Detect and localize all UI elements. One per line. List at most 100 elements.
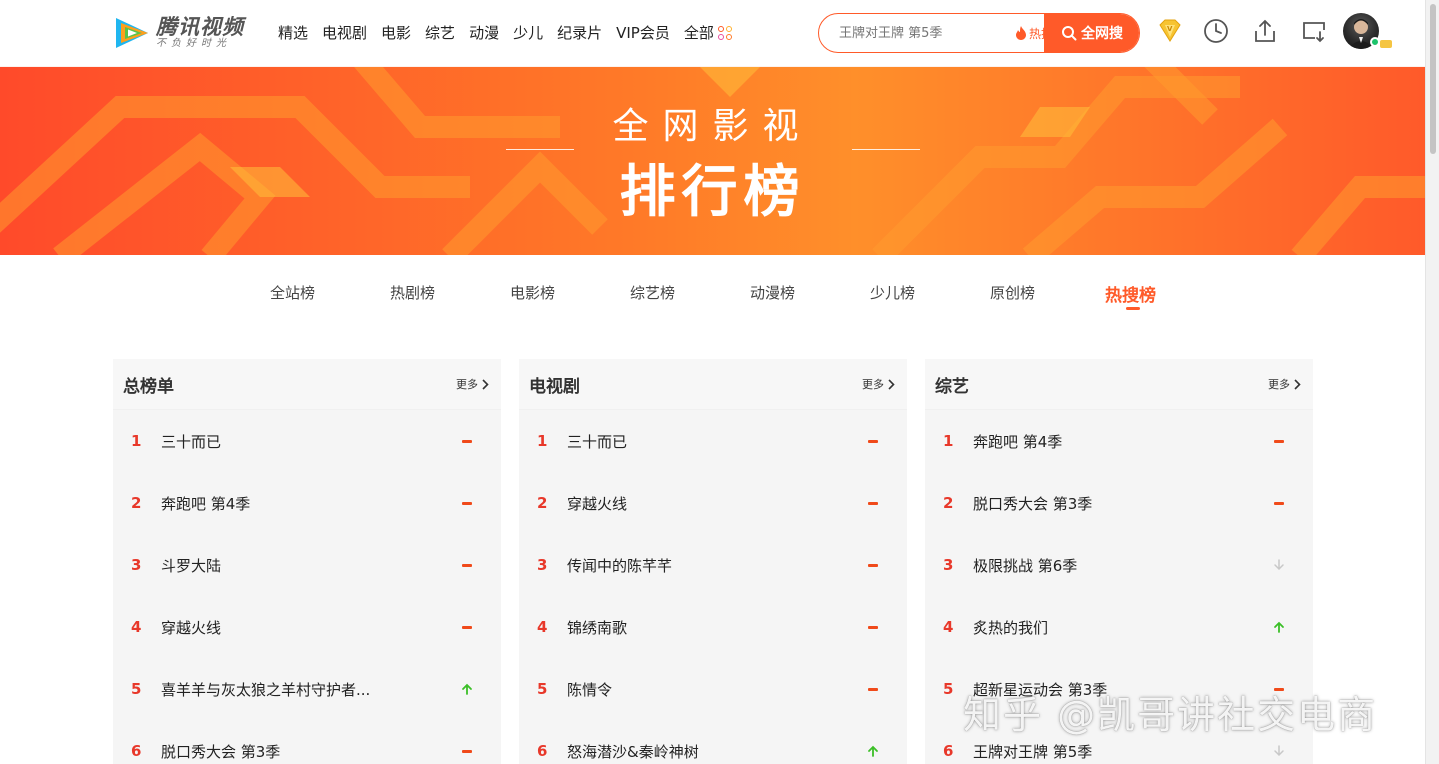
trend-up-icon xyxy=(1272,620,1286,634)
download-client-icon[interactable] xyxy=(1300,17,1328,45)
search-icon xyxy=(1062,26,1077,41)
tab-all-site[interactable]: 全站榜 xyxy=(270,282,315,303)
rank-number: 3 xyxy=(537,556,548,574)
nav-item-featured[interactable]: 精选 xyxy=(278,22,308,44)
banner-subtitle: 全网影视 xyxy=(612,106,813,147)
header: 腾讯视频 不负好时光 精选 电视剧 电影 综艺 动漫 少儿 纪录片 VIP会员 … xyxy=(0,0,1425,66)
chevron-right-icon xyxy=(1294,378,1301,390)
tab-original[interactable]: 原创榜 xyxy=(990,282,1035,303)
trend-up-icon xyxy=(866,744,880,758)
ranking-row[interactable]: 1 三十而已 xyxy=(113,410,501,472)
ranking-row[interactable]: 1 奔跑吧 第4季 xyxy=(925,410,1313,472)
show-title[interactable]: 穿越火线 xyxy=(161,617,221,638)
rank-number: 2 xyxy=(943,494,954,512)
nav-item-kids[interactable]: 少儿 xyxy=(513,22,543,44)
show-title[interactable]: 三十而已 xyxy=(567,431,627,452)
rank-number: 5 xyxy=(943,680,954,698)
trend-down-icon xyxy=(1272,744,1286,758)
nav-item-anime[interactable]: 动漫 xyxy=(469,22,499,44)
ranking-row[interactable]: 6 怒海潜沙&秦岭神树 xyxy=(519,720,907,764)
rank-number: 3 xyxy=(943,556,954,574)
nav-item-tv[interactable]: 电视剧 xyxy=(322,22,367,44)
rank-number: 2 xyxy=(131,494,142,512)
ranking-row[interactable]: 3 极限挑战 第6季 xyxy=(925,534,1313,596)
show-title[interactable]: 穿越火线 xyxy=(567,493,627,514)
trend-flat-icon xyxy=(866,496,880,510)
ranking-row[interactable]: 3 传闻中的陈芊芊 xyxy=(519,534,907,596)
more-link[interactable]: 更多 xyxy=(1268,376,1301,392)
active-tab-indicator xyxy=(1126,307,1140,310)
ranking-row[interactable]: 4 穿越火线 xyxy=(113,596,501,658)
search-button[interactable]: 全网搜 xyxy=(1044,14,1139,52)
show-title[interactable]: 炙热的我们 xyxy=(973,617,1048,638)
watermark: 知乎 @凯哥讲社交电商 xyxy=(963,693,1378,737)
nav-item-documentary[interactable]: 纪录片 xyxy=(557,22,602,44)
search-input[interactable] xyxy=(839,25,1009,41)
scrollbar[interactable] xyxy=(1425,0,1439,764)
tab-movie[interactable]: 电影榜 xyxy=(510,282,555,303)
banner-title: 排行榜 xyxy=(619,160,806,225)
vip-diamond-icon[interactable]: V xyxy=(1156,17,1184,45)
logo-icon xyxy=(112,14,152,52)
tab-hot-drama[interactable]: 热剧榜 xyxy=(390,282,435,303)
show-title[interactable]: 脱口秀大会 第3季 xyxy=(973,493,1092,514)
tab-kids[interactable]: 少儿榜 xyxy=(870,282,915,303)
show-title[interactable]: 极限挑战 第6季 xyxy=(973,555,1077,576)
show-title[interactable]: 喜羊羊与灰太狼之羊村守护者... xyxy=(161,679,370,700)
history-clock-icon[interactable] xyxy=(1202,17,1230,45)
more-link[interactable]: 更多 xyxy=(456,376,489,392)
trend-flat-icon xyxy=(1272,496,1286,510)
ranking-row[interactable]: 4 炙热的我们 xyxy=(925,596,1313,658)
ranking-row[interactable]: 2 脱口秀大会 第3季 xyxy=(925,472,1313,534)
ranking-row[interactable]: 3 斗罗大陆 xyxy=(113,534,501,596)
more-label: 更多 xyxy=(456,378,478,391)
trend-flat-icon xyxy=(866,558,880,572)
rank-number: 4 xyxy=(131,618,142,636)
ranking-tabs: 全站榜 热剧榜 电影榜 综艺榜 动漫榜 少儿榜 原创榜 热搜榜 xyxy=(0,282,1425,316)
rank-number: 4 xyxy=(537,618,548,636)
show-title[interactable]: 三十而已 xyxy=(161,431,221,452)
ranking-row[interactable]: 1 三十而已 xyxy=(519,410,907,472)
rank-number: 6 xyxy=(131,742,142,760)
trend-down-icon xyxy=(1272,558,1286,572)
rank-number: 5 xyxy=(131,680,142,698)
ranking-row[interactable]: 5 陈情令 xyxy=(519,658,907,720)
logo[interactable]: 腾讯视频 不负好时光 xyxy=(112,14,244,52)
trend-flat-icon xyxy=(460,620,474,634)
tab-hot-search[interactable]: 热搜榜 xyxy=(1105,281,1156,306)
ranking-row[interactable]: 2 奔跑吧 第4季 xyxy=(113,472,501,534)
tab-anime[interactable]: 动漫榜 xyxy=(750,282,795,303)
panel-title: 综艺 xyxy=(935,376,969,397)
show-title[interactable]: 传闻中的陈芊芊 xyxy=(567,555,672,576)
nav-item-variety[interactable]: 综艺 xyxy=(425,22,455,44)
trend-flat-icon xyxy=(866,620,880,634)
logo-slogan: 不负好时光 xyxy=(156,38,231,49)
more-link[interactable]: 更多 xyxy=(862,376,895,392)
chevron-right-icon xyxy=(482,378,489,390)
panel-overall: 总榜单 更多 1 三十而已 2 奔跑吧 第4季 3 斗罗大陆 4 穿越火线 5 喜羊羊与灰太狼之羊… xyxy=(113,359,501,764)
show-title[interactable]: 王牌对王牌 第5季 xyxy=(973,741,1092,762)
main-nav: 精选 电视剧 电影 综艺 动漫 少儿 纪录片 VIP会员 全部 xyxy=(278,22,746,44)
ranking-row[interactable]: 6 脱口秀大会 第3季 xyxy=(113,720,501,764)
rank-number: 6 xyxy=(537,742,548,760)
ranking-row[interactable]: 2 穿越火线 xyxy=(519,472,907,534)
show-title[interactable]: 斗罗大陆 xyxy=(161,555,221,576)
nav-item-movie[interactable]: 电影 xyxy=(381,22,411,44)
nav-item-all[interactable]: 全部 xyxy=(684,22,732,44)
show-title[interactable]: 怒海潜沙&秦岭神树 xyxy=(567,741,699,762)
show-title[interactable]: 脱口秀大会 第3季 xyxy=(161,741,280,762)
rank-number: 1 xyxy=(537,432,548,450)
logo-name: 腾讯视频 xyxy=(156,15,244,39)
search-button-label: 全网搜 xyxy=(1081,26,1123,42)
show-title[interactable]: 锦绣南歌 xyxy=(567,617,627,638)
show-title[interactable]: 奔跑吧 第4季 xyxy=(973,431,1062,452)
show-title[interactable]: 陈情令 xyxy=(567,679,612,700)
nav-item-vip[interactable]: VIP会员 xyxy=(616,22,670,44)
show-title[interactable]: 奔跑吧 第4季 xyxy=(161,493,250,514)
upload-icon[interactable] xyxy=(1251,17,1279,45)
ranking-row[interactable]: 4 锦绣南歌 xyxy=(519,596,907,658)
tab-variety[interactable]: 综艺榜 xyxy=(630,282,675,303)
rank-number: 3 xyxy=(131,556,142,574)
scrollbar-thumb[interactable] xyxy=(1430,4,1436,154)
ranking-row[interactable]: 5 喜羊羊与灰太狼之羊村守护者... xyxy=(113,658,501,720)
